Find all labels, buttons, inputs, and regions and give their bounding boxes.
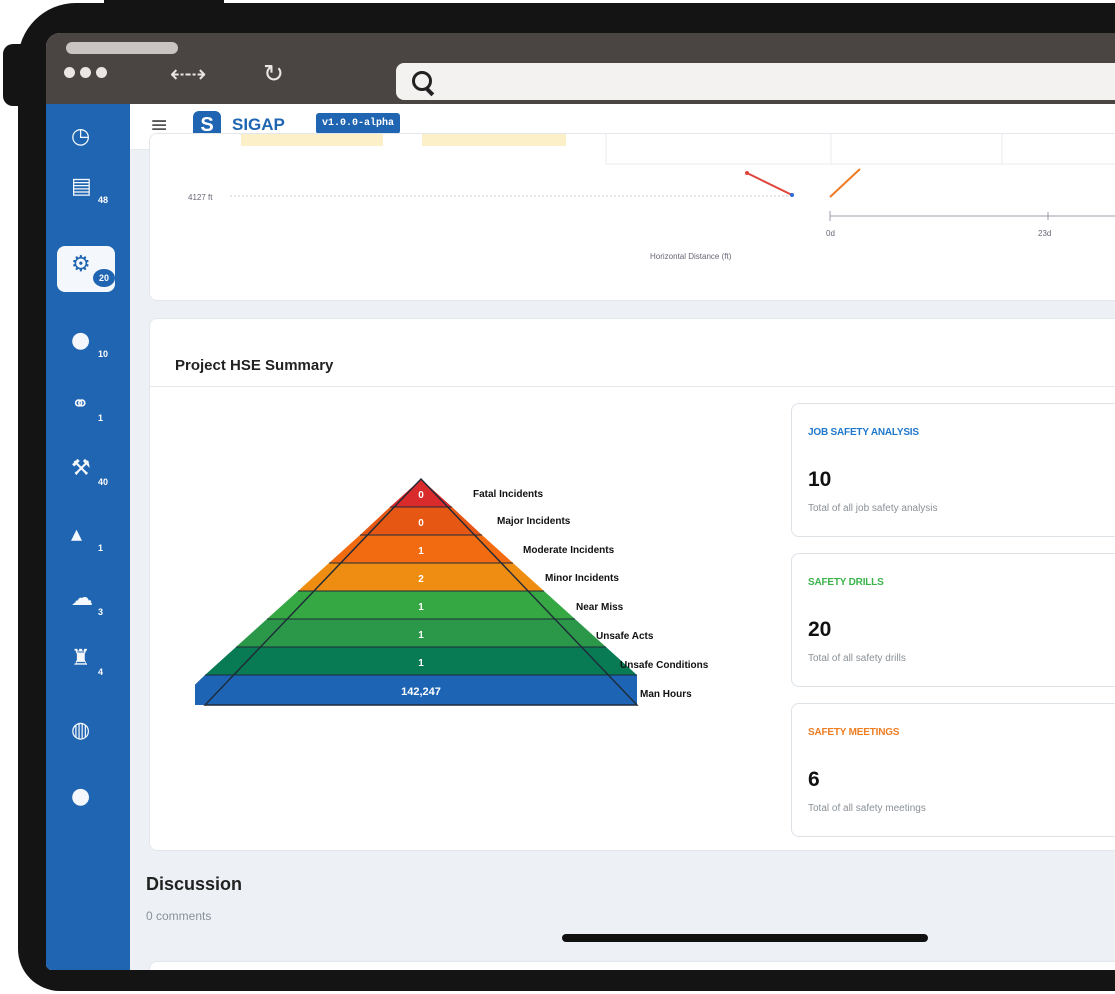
nav-areas[interactable]: ☁ 3 (57, 580, 115, 626)
gauge-icon: ◷ (71, 124, 91, 149)
globe-icon: ◍ (71, 718, 91, 743)
pyramid-label: Unsafe Acts (596, 631, 654, 642)
comment-count: 0 comments (146, 909, 212, 923)
stat-description: Total of all safety meetings (808, 803, 926, 814)
trajectory-orange-series (829, 168, 861, 198)
address-bar[interactable] (396, 63, 1115, 100)
safety-meetings-card[interactable]: SAFETY MEETINGS 6 Total of all safety me… (791, 703, 1115, 837)
browser-top-pill (66, 42, 178, 54)
drop-icon: ● (71, 328, 91, 353)
areas-count: 3 (98, 607, 104, 617)
pyramid-value: 1 (418, 546, 424, 557)
trajectory-endpoint (790, 193, 794, 197)
browser-toolbar: ⇠⇢ ↻ (46, 33, 1115, 104)
pyramid-value: 2 (418, 574, 424, 585)
nav-partners[interactable]: ⚭ 1 (57, 386, 115, 432)
pyramid-label: Moderate Incidents (523, 545, 615, 556)
pyramid-label: Man Hours (640, 689, 692, 700)
hse-pyramid: 0 0 1 2 1 1 1 142,247 Fatal Incidents Ma… (195, 477, 709, 706)
partners-count: 1 (98, 413, 104, 423)
discussion-panel (149, 961, 1115, 970)
hse-summary-card: Project HSE Summary 0 0 1 2 1 1 1 142,24… (149, 318, 1115, 851)
documents-count: 48 (98, 195, 109, 205)
pyramid-value: 142,247 (401, 686, 441, 698)
nav-operations[interactable]: ⚙ 20 (57, 246, 115, 292)
nav-fluids[interactable]: ● 10 (57, 322, 115, 368)
app-title: SIGAP (232, 115, 285, 134)
facility-icon: ♜ (71, 646, 91, 671)
wells-count: 40 (98, 477, 109, 487)
nav-wells[interactable]: ⚒ 40 (57, 450, 115, 496)
x-axis-label: Horizontal Distance (ft) (650, 252, 732, 261)
pyramid-value: 1 (418, 630, 424, 641)
minimize-dot[interactable] (80, 67, 91, 78)
side-navigation: ◷ ▤ 48 ⚙ 20 ● 10 ⚭ 1 ⚒ 40 ▴ 1 ☁ 3 ♜ 4 ◍ … (46, 104, 130, 970)
nav-global[interactable]: ◍ (57, 712, 115, 758)
stat-label: JOB SAFETY ANALYSIS (808, 427, 919, 438)
maximize-dot[interactable] (96, 67, 107, 78)
version-badge: v1.0.0-alpha (316, 113, 401, 134)
trajectory-chart: 4127 ft 0d 23d Horizontal Distance (ft) (188, 134, 1115, 261)
y-tick-label: 4127 ft (188, 193, 213, 202)
device-notch (104, 0, 224, 12)
document-icon: ▤ (71, 174, 92, 199)
trajectory-chart-card: 4127 ft 0d 23d Horizontal Distance (ft) (149, 133, 1115, 301)
pyramid-label: Near Miss (576, 602, 624, 613)
pyramid-label: Fatal Incidents (473, 489, 543, 500)
nav-facilities[interactable]: ♜ 4 (57, 640, 115, 686)
handshake-icon: ⚭ (71, 392, 90, 417)
fluids-count: 10 (98, 349, 109, 359)
trajectory-red-point (745, 171, 749, 175)
nav-chat[interactable]: ● (57, 778, 115, 824)
trajectory-red-series (746, 172, 793, 196)
stat-label: SAFETY DRILLS (808, 577, 884, 588)
discussion-title: Discussion (146, 874, 243, 894)
x-tick-label: 0d (826, 229, 835, 238)
safety-drills-card[interactable]: SAFETY DRILLS 20 Total of all safety dri… (791, 553, 1115, 687)
window-controls (64, 67, 107, 78)
nav-dashboard[interactable]: ◷ (57, 118, 115, 164)
stat-description: Total of all job safety analysis (808, 503, 938, 514)
pyramid-value: 1 (418, 658, 424, 669)
operations-count: 20 (93, 269, 115, 287)
close-dot[interactable] (64, 67, 75, 78)
nav-regions[interactable]: ▴ 1 (57, 516, 115, 562)
nav-documents[interactable]: ▤ 48 (57, 168, 115, 214)
pyramid-value: 0 (418, 518, 424, 529)
stat-value: 20 (808, 618, 832, 641)
map-region-icon: ▴ (71, 522, 83, 547)
gears-icon: ⚙ (71, 252, 91, 277)
stat-value: 10 (808, 468, 832, 491)
pyramid-value: 1 (418, 602, 424, 613)
pyramid-value: 0 (418, 490, 424, 501)
chart-band-2 (422, 134, 566, 146)
stat-description: Total of all safety drills (808, 653, 906, 664)
job-safety-analysis-card[interactable]: JOB SAFETY ANALYSIS 10 Total of all job … (791, 403, 1115, 537)
oil-pump-icon: ⚒ (71, 456, 91, 481)
pyramid-label: Major Incidents (497, 516, 571, 527)
back-forward-icons[interactable]: ⇠⇢ (170, 60, 206, 88)
pyramid-label: Unsafe Conditions (620, 660, 709, 671)
island-icon: ☁ (71, 586, 93, 611)
facilities-count: 4 (98, 667, 104, 677)
tablet-screen: ⇠⇢ ↻ ◷ ▤ 48 ⚙ 20 ● 10 ⚭ 1 ⚒ 40 ▴ 1 ☁ 3 ♜… (46, 33, 1115, 970)
pyramid-label: Minor Incidents (545, 573, 619, 584)
chart-band-1 (241, 134, 383, 146)
reload-icon[interactable]: ↻ (263, 59, 284, 88)
search-icon (412, 71, 432, 91)
device-side-button (3, 44, 33, 106)
chat-icon: ● (71, 784, 91, 809)
section-title: Project HSE Summary (175, 357, 334, 374)
x-tick-label: 23d (1038, 229, 1051, 238)
stat-value: 6 (808, 768, 820, 791)
regions-count: 1 (98, 543, 104, 553)
stat-label: SAFETY MEETINGS (808, 727, 900, 738)
section-divider (150, 386, 1115, 387)
home-indicator[interactable] (562, 934, 928, 942)
